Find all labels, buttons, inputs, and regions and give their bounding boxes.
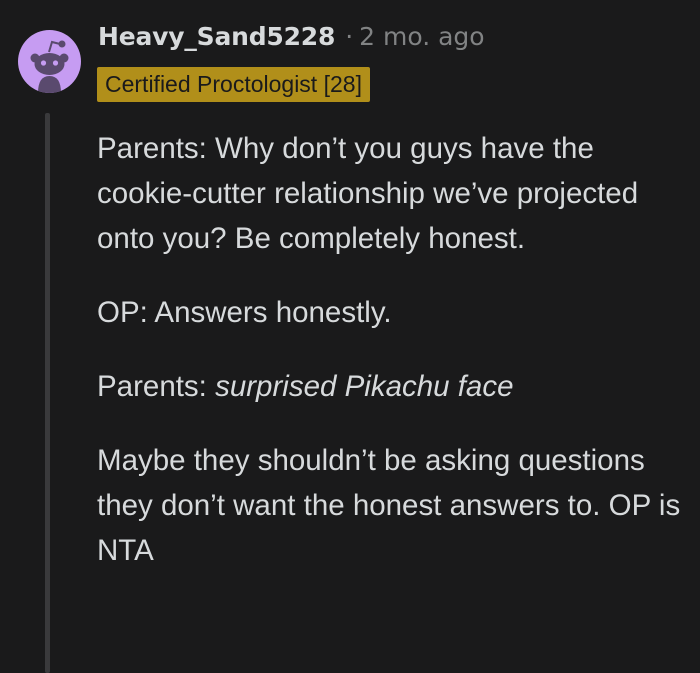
username-link[interactable]: Heavy_Sand5228	[98, 22, 335, 51]
comment-header: Heavy_Sand5228 · 2 mo. ago	[98, 22, 485, 58]
user-flair-badge: Certified Proctologist [28]	[97, 67, 370, 102]
emphasized-text: surprised Pikachu face	[215, 370, 514, 403]
comment-timestamp[interactable]: 2 mo. ago	[359, 22, 484, 51]
comment-paragraph: Maybe they shouldn’t be asking questions…	[97, 444, 681, 567]
comment-body: Parents: Why don’t you guys have the coo…	[97, 126, 687, 602]
comment-paragraph: Parents: surprised Pikachu face	[97, 364, 687, 409]
comment-paragraph: Parents: Why don’t you guys have the coo…	[97, 132, 639, 255]
comment-paragraph: OP: Answers honestly.	[97, 296, 392, 329]
paragraph-text: Parents:	[97, 370, 216, 403]
avatar[interactable]	[18, 30, 81, 93]
thread-collapse-line[interactable]	[45, 113, 50, 673]
meta-separator: ·	[345, 22, 354, 51]
reddit-snoo-avatar-icon	[30, 40, 69, 93]
